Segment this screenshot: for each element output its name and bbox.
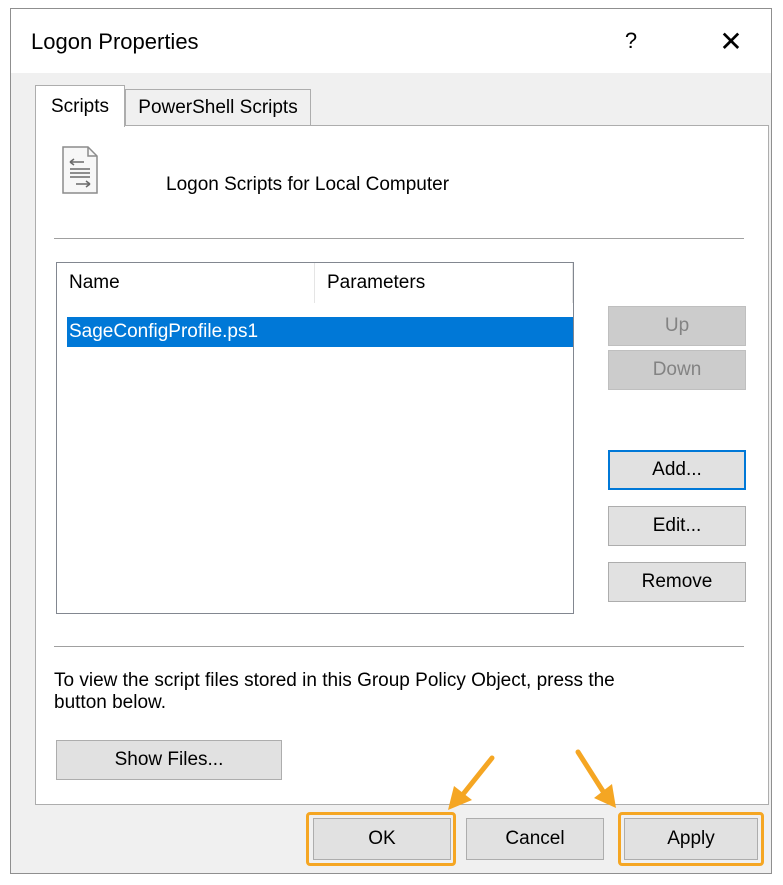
- close-button[interactable]: ✕: [711, 23, 751, 59]
- arrow-to-apply-icon: [575, 749, 616, 808]
- show-files-button[interactable]: Show Files...: [56, 740, 282, 780]
- script-document-icon: [62, 146, 98, 199]
- down-button[interactable]: Down: [608, 350, 746, 390]
- list-item-selected[interactable]: SageConfigProfile.ps1: [67, 317, 573, 347]
- cancel-button[interactable]: Cancel: [466, 818, 604, 860]
- scripts-tab-panel: Logon Scripts for Local Computer Name Pa…: [35, 125, 769, 805]
- ok-highlight: [306, 812, 456, 866]
- add-button[interactable]: Add...: [608, 450, 746, 490]
- edit-button[interactable]: Edit...: [608, 506, 746, 546]
- info-text: To view the script files stored in this …: [54, 670, 615, 713]
- column-header-parameters[interactable]: Parameters: [315, 263, 573, 303]
- scripts-list[interactable]: Name Parameters SageConfigProfile.ps1: [56, 262, 574, 614]
- help-button[interactable]: ?: [611, 23, 651, 59]
- tab-powershell-scripts[interactable]: PowerShell Scripts: [125, 89, 311, 125]
- list-item-name: SageConfigProfile.ps1: [69, 321, 259, 342]
- separator-bottom: [54, 646, 744, 647]
- up-button[interactable]: Up: [608, 306, 746, 346]
- arrow-to-ok-icon: [448, 755, 495, 810]
- apply-highlight: [618, 812, 764, 866]
- remove-button[interactable]: Remove: [608, 562, 746, 602]
- logon-properties-dialog: Logon Properties ? ✕ Scripts PowerShell …: [10, 8, 772, 874]
- dialog-title: Logon Properties: [31, 29, 199, 54]
- title-bar: Logon Properties ? ✕: [11, 9, 771, 73]
- scripts-header-label: Logon Scripts for Local Computer: [166, 174, 450, 195]
- tab-scripts[interactable]: Scripts: [35, 85, 125, 127]
- separator-top: [54, 238, 744, 239]
- column-header-name[interactable]: Name: [57, 263, 315, 303]
